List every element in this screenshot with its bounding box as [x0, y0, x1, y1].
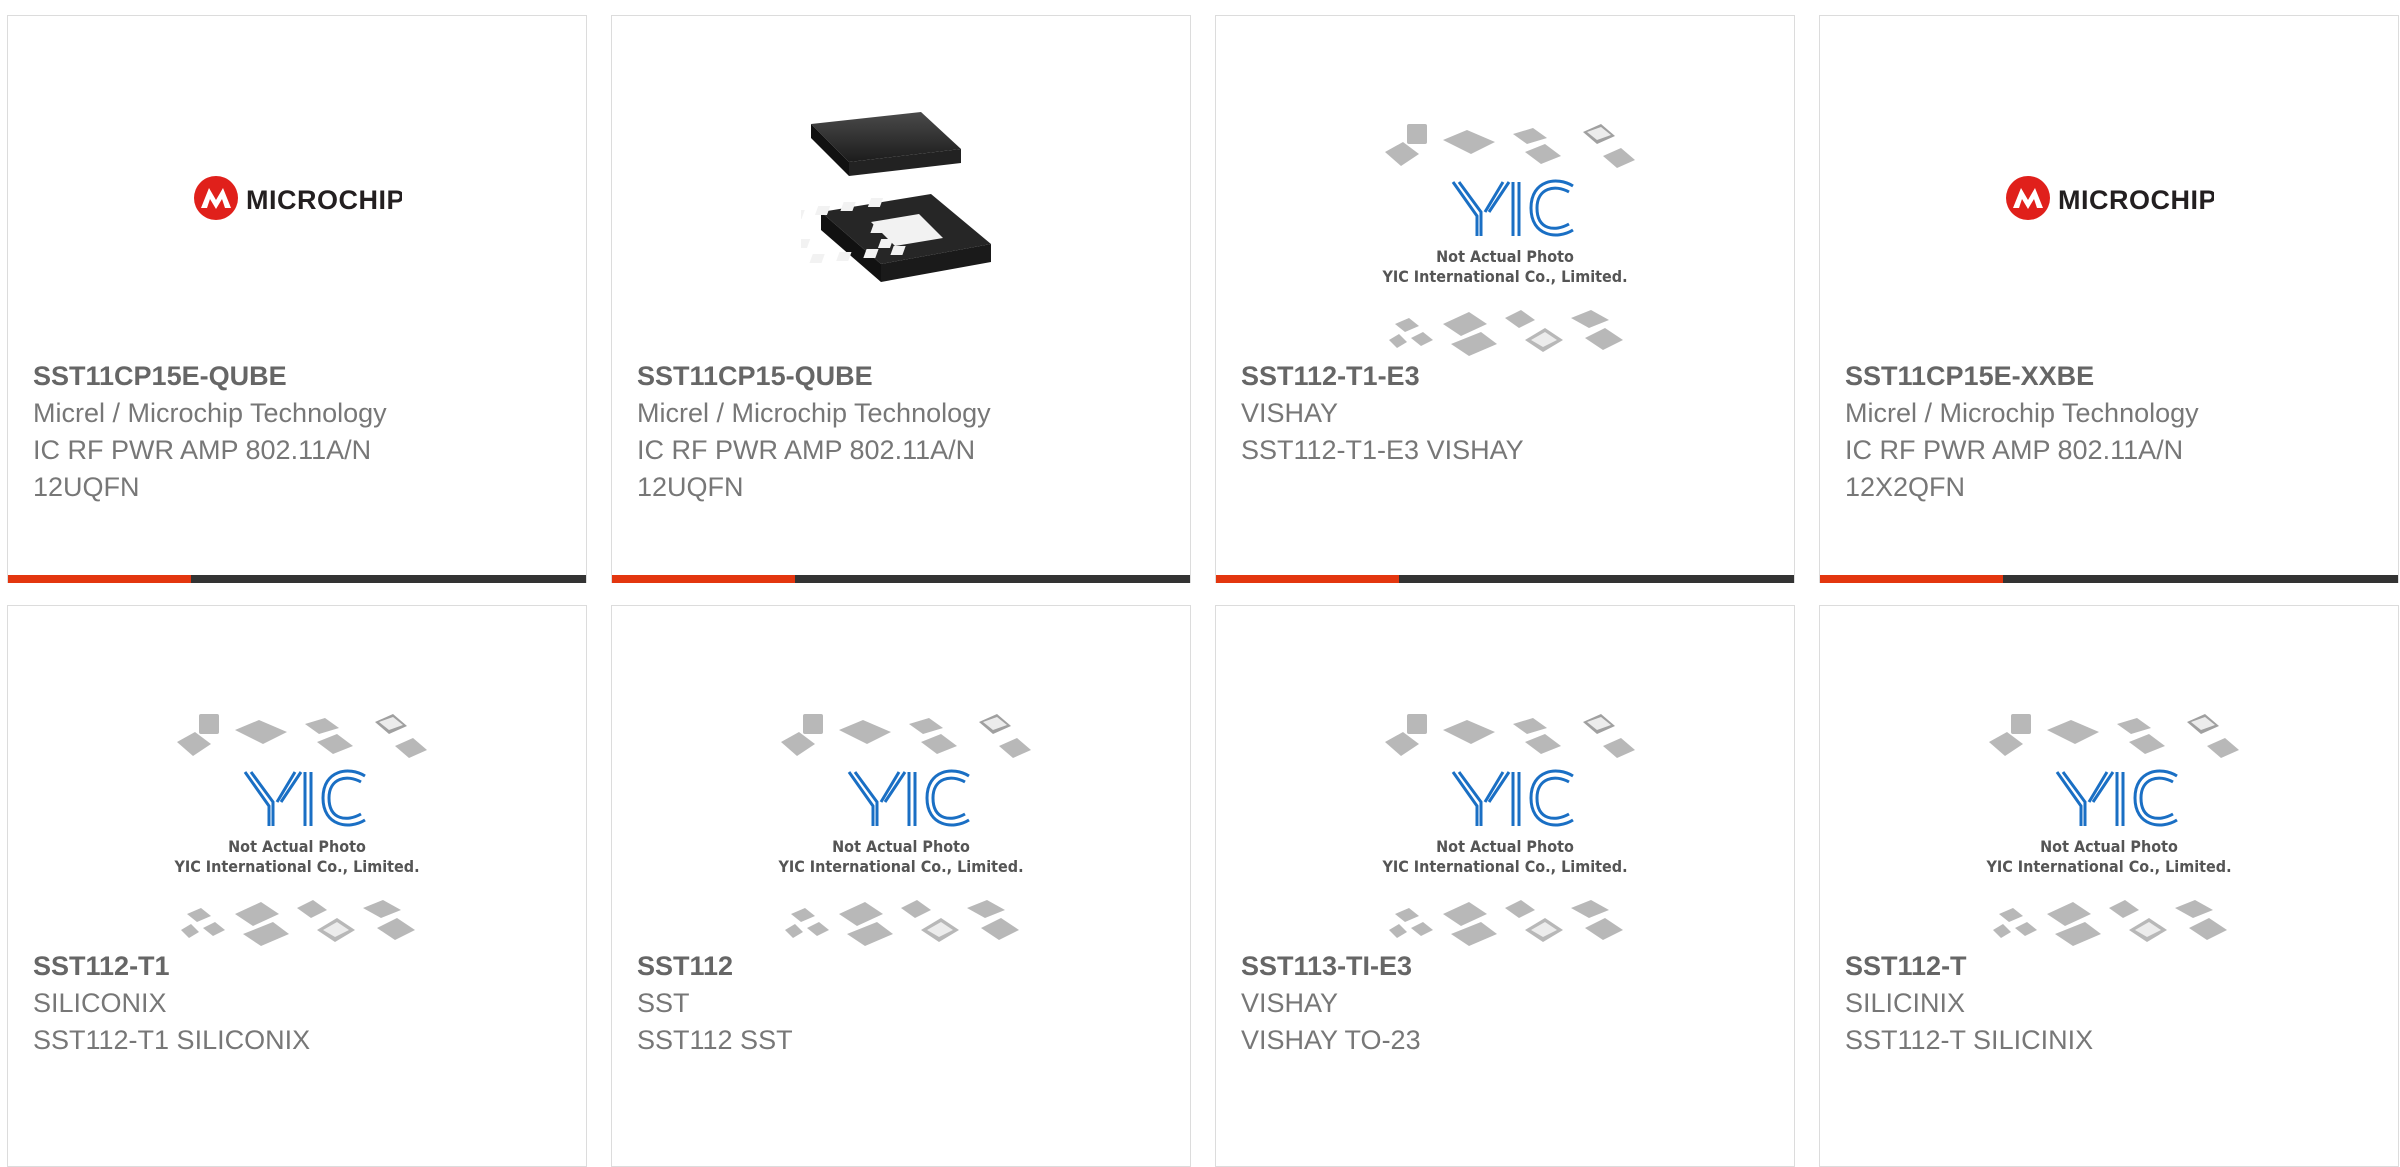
svg-text:Not Actual Photo: Not Actual Photo [832, 837, 970, 856]
product-info: SST11CP15E-XXBE Micrel / Microchip Techno… [1845, 358, 2378, 506]
svg-text:Not Actual Photo: Not Actual Photo [2040, 837, 2178, 856]
product-image[interactable]: Not Actual Photo YIC International Co., … [1216, 16, 1794, 361]
svg-text:MICROCHIP: MICROCHIP [2058, 185, 2214, 215]
product-grid: MICROCHIP SST11CP15E-QUBE Micrel / Microc… [0, 0, 2400, 1167]
product-info: SST112-T SILICINIX SST112-T SILICINIX [1845, 948, 2378, 1059]
not-actual-photo-image: Not Actual Photo YIC International Co., … [173, 714, 427, 946]
product-card[interactable]: Not Actual Photo YIC International Co., … [611, 605, 1191, 1167]
part-number: SST112-T [1845, 951, 1967, 981]
product-image[interactable]: Not Actual Photo YIC International Co., … [1820, 606, 2398, 951]
not-actual-photo-image: Not Actual Photo YIC International Co., … [1985, 714, 2239, 946]
svg-text:YIC International Co., Limited: YIC International Co., Limited. [1985, 857, 2231, 876]
manufacturer: Micrel / Microchip Technology [1845, 398, 2199, 428]
card-bottom-bar [1820, 575, 2398, 583]
manufacturer: SILICINIX [1845, 988, 1966, 1018]
product-info: SST11CP15E-QUBE Micrel / Microchip Techno… [33, 358, 566, 506]
card-accent-bar [612, 575, 795, 583]
svg-text:YIC International Co., Limited: YIC International Co., Limited. [1381, 857, 1627, 876]
product-image[interactable]: Not Actual Photo YIC International Co., … [1216, 606, 1794, 951]
card-accent-bar [8, 575, 191, 583]
manufacturer: Micrel / Microchip Technology [637, 398, 991, 428]
part-number: SST112-T1-E3 [1241, 361, 1420, 391]
manufacturer: VISHAY [1241, 988, 1339, 1018]
description: IC RF PWR AMP 802.11A/N [637, 435, 976, 465]
part-number: SST113-TI-E3 [1241, 951, 1413, 981]
product-card[interactable]: SST11CP15-QUBE Micrel / Microchip Technol… [611, 15, 1191, 583]
microchip-logo-icon: MICROCHIP [194, 176, 402, 220]
not-actual-photo-image: Not Actual Photo YIC International Co., … [1381, 714, 1635, 946]
product-card[interactable]: Not Actual Photo YIC International Co., … [1215, 605, 1795, 1167]
part-number: SST112 [637, 951, 734, 981]
card-bottom-bar [1216, 575, 1794, 583]
package: 12X2QFN [1845, 472, 1966, 502]
manufacturer: SILICONIX [33, 988, 167, 1018]
microchip-logo-icon: MICROCHIP [2006, 176, 2214, 220]
product-card[interactable]: MICROCHIP SST11CP15E-QUBE Micrel / Microc… [7, 15, 587, 583]
description: SST112-T SILICINIX [1845, 1025, 2094, 1055]
part-number: SST11CP15E-XXBE [1845, 361, 2095, 391]
package: 12UQFN [33, 472, 140, 502]
product-info: SST113-TI-E3 VISHAY VISHAY TO-23 [1241, 948, 1774, 1059]
manufacturer: Micrel / Microchip Technology [33, 398, 387, 428]
svg-text:Not Actual Photo: Not Actual Photo [228, 837, 366, 856]
product-info: SST11CP15-QUBE Micrel / Microchip Technol… [637, 358, 1170, 506]
svg-text:MICROCHIP: MICROCHIP [246, 185, 402, 215]
card-bottom-bar [612, 575, 1190, 583]
manufacturer: SST [637, 988, 690, 1018]
svg-text:YIC International Co., Limited: YIC International Co., Limited. [1381, 267, 1627, 286]
product-image[interactable]: MICROCHIP [1820, 16, 2398, 361]
not-actual-photo-image: Not Actual Photo YIC International Co., … [1381, 124, 1635, 356]
card-accent-bar [1820, 575, 2003, 583]
part-number: SST11CP15E-QUBE [33, 361, 287, 391]
svg-text:Not Actual Photo: Not Actual Photo [1436, 837, 1574, 856]
product-image[interactable] [612, 16, 1190, 361]
product-card[interactable]: Not Actual Photo YIC International Co., … [1215, 15, 1795, 583]
card-bottom-bar [8, 575, 586, 583]
product-info: SST112-T1 SILICONIX SST112-T1 SILICONIX [33, 948, 566, 1059]
description: VISHAY TO-23 [1241, 1025, 1421, 1055]
product-info: SST112 SST SST112 SST [637, 948, 1170, 1059]
description: IC RF PWR AMP 802.11A/N [1845, 435, 2184, 465]
card-accent-bar [1216, 575, 1399, 583]
manufacturer: VISHAY [1241, 398, 1339, 428]
package: 12UQFN [637, 472, 744, 502]
product-image[interactable]: Not Actual Photo YIC International Co., … [8, 606, 586, 951]
qfn-chip-image [801, 112, 991, 282]
product-image[interactable]: Not Actual Photo YIC International Co., … [612, 606, 1190, 951]
description: SST112-T1 SILICONIX [33, 1025, 311, 1055]
product-card[interactable]: Not Actual Photo YIC International Co., … [1819, 605, 2399, 1167]
product-card[interactable]: MICROCHIP SST11CP15E-XXBE Micrel / Microc… [1819, 15, 2399, 583]
svg-text:Not Actual Photo: Not Actual Photo [1436, 247, 1574, 266]
description: SST112-T1-E3 VISHAY [1241, 435, 1524, 465]
description: SST112 SST [637, 1025, 793, 1055]
product-info: SST112-T1-E3 VISHAY SST112-T1-E3 VISHAY [1241, 358, 1774, 469]
part-number: SST11CP15-QUBE [637, 361, 873, 391]
part-number: SST112-T1 [33, 951, 170, 981]
product-card[interactable]: Not Actual Photo YIC International Co., … [7, 605, 587, 1167]
product-image[interactable]: MICROCHIP [8, 16, 586, 361]
svg-text:YIC International Co., Limited: YIC International Co., Limited. [777, 857, 1023, 876]
description: IC RF PWR AMP 802.11A/N [33, 435, 372, 465]
not-actual-photo-image: Not Actual Photo YIC International Co., … [777, 714, 1031, 946]
svg-text:YIC International Co., Limited: YIC International Co., Limited. [173, 857, 419, 876]
